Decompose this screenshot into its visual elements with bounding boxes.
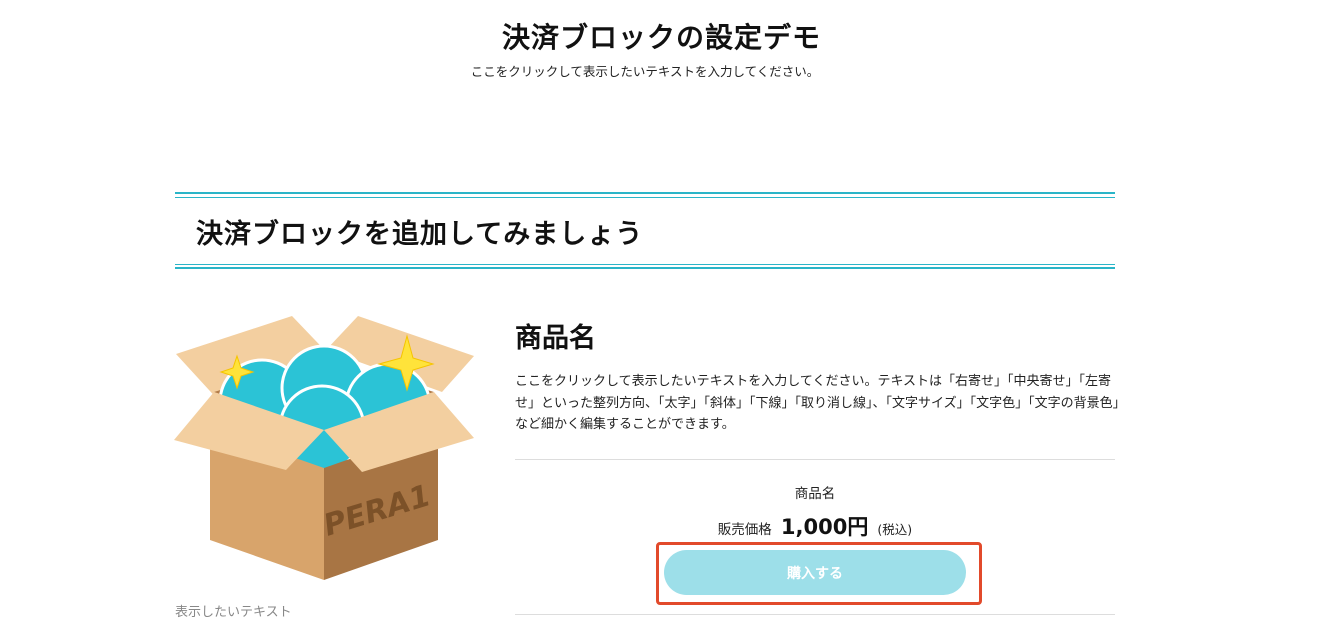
payment-product-name: 商品名 <box>794 486 836 502</box>
section-heading[interactable]: 決済ブロックを追加してみましょう <box>196 212 643 251</box>
page-subtitle[interactable]: ここをクリックして表示したいテキストを入力してください。 <box>0 61 1290 80</box>
price-label: 販売価格 <box>717 522 772 538</box>
page-title[interactable]: 決済ブロックの設定デモ <box>0 16 1323 56</box>
product-description[interactable]: ここをクリックして表示したいテキストを入力してください。テキストは「右寄せ」「中… <box>515 371 1125 436</box>
payment-divider-top <box>515 459 1115 460</box>
section-heading-block: 決済ブロックを追加してみましょう <box>175 192 1115 270</box>
price-row: 販売価格 1,000円 (税込) <box>515 511 1115 541</box>
price-value: 1,000円 <box>780 515 869 539</box>
heading-top-rule <box>175 192 1115 194</box>
image-caption[interactable]: 表示したいテキスト <box>175 601 292 620</box>
payment-divider-bottom <box>515 614 1115 615</box>
heading-bottom-rule-thin <box>175 264 1115 265</box>
heading-top-rule-thin <box>175 197 1115 198</box>
product-name-heading[interactable]: 商品名 <box>515 316 596 355</box>
heading-bottom-rule <box>175 267 1115 269</box>
product-image[interactable]: PERA1 <box>174 310 476 582</box>
buy-button[interactable]: 購入する <box>664 550 966 595</box>
tax-note: (税込) <box>877 522 913 537</box>
